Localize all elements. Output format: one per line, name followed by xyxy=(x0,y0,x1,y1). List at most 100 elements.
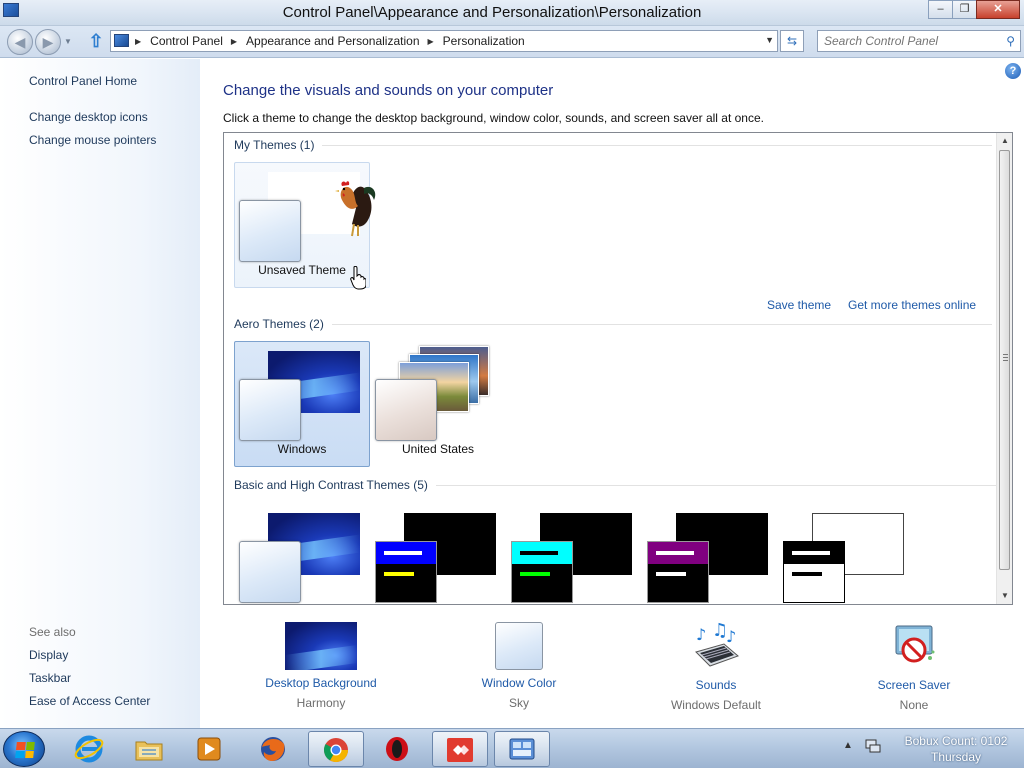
basic-themes-label: Basic and High Contrast Themes (5) xyxy=(234,478,428,492)
window-color-swatch xyxy=(239,200,301,262)
text-swatch xyxy=(656,551,694,555)
navigation-bar: ◀ ▶ ▼ ⇧ ▶ Control Panel ▶ Appearance and… xyxy=(0,26,1024,58)
taskbar-internet-explorer[interactable] xyxy=(62,731,118,767)
window-color-swatch xyxy=(647,541,709,603)
my-themes-label: My Themes (1) xyxy=(234,138,315,152)
theme-windows-basic[interactable] xyxy=(234,503,370,604)
breadcrumb-personalization[interactable]: Personalization xyxy=(443,34,525,48)
text-swatch xyxy=(656,572,686,576)
scroll-up-icon[interactable]: ▲ xyxy=(997,133,1012,149)
search-input[interactable] xyxy=(818,31,994,51)
title-bar: Control Panel\Appearance and Personaliza… xyxy=(0,0,1024,26)
address-bar[interactable]: ▶ Control Panel ▶ Appearance and Persona… xyxy=(110,30,778,52)
setting-name[interactable]: Screen Saver xyxy=(868,678,960,692)
chevron-down-icon[interactable]: ▼ xyxy=(765,35,774,45)
page-description: Click a theme to change the desktop back… xyxy=(223,111,764,125)
vertical-scrollbar[interactable]: ▲ ▼ xyxy=(996,133,1012,604)
restore-button[interactable]: ❐ xyxy=(952,0,977,19)
search-box[interactable]: ⚲ xyxy=(817,30,1021,52)
hand-cursor-icon xyxy=(350,266,366,290)
scrollbar-thumb[interactable] xyxy=(999,150,1010,570)
setting-value: Sky xyxy=(508,696,529,710)
aero-themes-heading: Aero Themes (2) xyxy=(234,317,992,331)
taskbar-control-panel[interactable] xyxy=(494,731,550,767)
see-also-display[interactable]: Display xyxy=(29,648,68,662)
setting-name[interactable]: Desktop Background xyxy=(258,676,384,690)
text-swatch xyxy=(792,551,830,555)
setting-sounds[interactable]: ♪ ♫ ♪ Sounds Windows Default xyxy=(664,622,768,712)
text-swatch xyxy=(792,572,822,576)
windows-logo-icon xyxy=(15,742,35,758)
window-color-swatch xyxy=(375,541,437,603)
setting-screen-saver[interactable]: Screen Saver None xyxy=(868,622,960,712)
text-swatch xyxy=(384,572,414,576)
chrome-icon xyxy=(323,738,348,763)
grip-icon xyxy=(1003,354,1008,361)
start-button[interactable] xyxy=(3,731,45,767)
show-hidden-icons-button[interactable]: ▲ xyxy=(843,740,853,751)
text-swatch xyxy=(520,551,558,555)
aero-themes-label: Aero Themes (2) xyxy=(234,317,324,331)
taskbar-file-explorer[interactable] xyxy=(122,731,178,767)
taskbar-chrome[interactable] xyxy=(308,731,364,767)
text-swatch xyxy=(384,551,422,555)
breadcrumb-appearance[interactable]: Appearance and Personalization xyxy=(246,34,419,48)
svg-text:♪: ♪ xyxy=(696,625,706,644)
up-arrow-icon[interactable]: ⇧ xyxy=(86,31,106,51)
theme-high-contrast-2[interactable] xyxy=(506,503,642,604)
forward-button[interactable]: ▶ xyxy=(35,29,61,55)
theme-united-states[interactable]: United States xyxy=(370,341,506,467)
setting-name[interactable]: Window Color xyxy=(466,676,572,690)
clock-line-1: Bobux Count: 0102 xyxy=(904,734,1008,748)
setting-desktop-background[interactable]: Desktop Background Harmony xyxy=(258,622,384,710)
recent-pages-dropdown[interactable]: ▼ xyxy=(64,37,72,46)
minimize-button[interactable]: – xyxy=(928,0,953,19)
internet-explorer-icon xyxy=(74,735,104,763)
chevron-right-icon[interactable]: ▶ xyxy=(428,37,434,46)
basic-themes-heading: Basic and High Contrast Themes (5) xyxy=(234,478,996,492)
chevron-right-icon[interactable]: ▶ xyxy=(135,37,141,46)
setting-value: Windows Default xyxy=(670,698,762,712)
back-button[interactable]: ◀ xyxy=(7,29,33,55)
folder-icon xyxy=(135,741,163,761)
get-more-themes-link[interactable]: Get more themes online xyxy=(848,298,976,312)
theme-high-contrast-black[interactable] xyxy=(642,503,778,604)
breadcrumb-control-panel[interactable]: Control Panel xyxy=(150,34,223,48)
scroll-down-icon[interactable]: ▼ xyxy=(997,588,1012,604)
taskbar-media-player[interactable] xyxy=(182,731,238,767)
theme-label: Unsaved Theme xyxy=(258,263,346,277)
divider xyxy=(322,144,993,146)
setting-window-color[interactable]: Window Color Sky xyxy=(466,622,572,710)
sidebar-link-control-panel-home[interactable]: Control Panel Home xyxy=(29,74,137,88)
taskbar-opera[interactable] xyxy=(370,731,426,767)
chevron-right-icon[interactable]: ▶ xyxy=(231,37,237,46)
refresh-button[interactable]: ⇆ xyxy=(780,30,804,52)
see-also-ease-of-access[interactable]: Ease of Access Center xyxy=(29,694,150,708)
setting-value: None xyxy=(899,698,929,712)
clock-line-2: Thursday xyxy=(930,750,982,764)
divider xyxy=(331,323,992,325)
network-icon[interactable] xyxy=(865,738,881,754)
window-color-swatch xyxy=(239,379,301,441)
window-color-icon xyxy=(495,622,543,670)
see-also-taskbar[interactable]: Taskbar xyxy=(29,671,71,685)
window-color-swatch xyxy=(783,541,845,603)
sidebar-link-desktop-icons[interactable]: Change desktop icons xyxy=(29,110,148,124)
theme-high-contrast-white[interactable] xyxy=(778,503,914,604)
sidebar-link-mouse-pointers[interactable]: Change mouse pointers xyxy=(29,133,156,147)
text-swatch xyxy=(520,572,550,576)
close-button[interactable]: ✕ xyxy=(976,0,1020,19)
anydesk-icon xyxy=(447,738,473,762)
my-themes-heading: My Themes (1) xyxy=(234,138,993,152)
save-theme-link[interactable]: Save theme xyxy=(767,298,831,312)
clock[interactable]: Bobux Count: 0102 Thursday xyxy=(894,733,1018,765)
taskbar-firefox[interactable] xyxy=(246,731,302,767)
setting-name[interactable]: Sounds xyxy=(664,678,768,692)
search-icon[interactable]: ⚲ xyxy=(1006,34,1015,48)
theme-windows[interactable]: Windows xyxy=(234,341,370,467)
help-icon[interactable]: ? xyxy=(1005,63,1021,79)
theme-high-contrast-1[interactable] xyxy=(370,503,506,604)
theme-label: Windows xyxy=(277,442,327,456)
taskbar-anydesk[interactable] xyxy=(432,731,488,767)
rooster-image xyxy=(335,181,376,237)
